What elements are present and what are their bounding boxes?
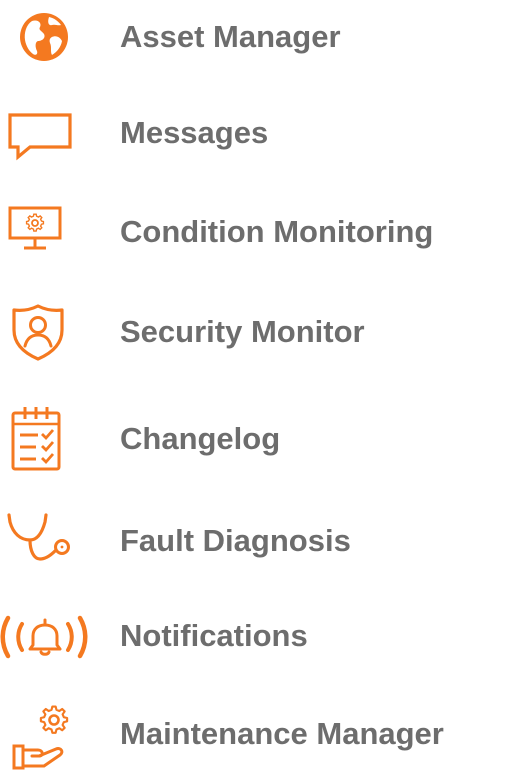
ringing-bell-icon	[0, 596, 88, 676]
menu-item-label: Security Monitor	[120, 314, 365, 349]
shield-user-icon	[0, 292, 80, 372]
menu-item-label: Condition Monitoring	[120, 214, 434, 249]
menu-item-label: Asset Manager	[120, 19, 341, 54]
menu-item-label: Notifications	[120, 618, 308, 653]
menu-item-security-monitor[interactable]: Security Monitor	[0, 292, 525, 372]
menu-item-maintenance-manager[interactable]: Maintenance Manager	[0, 694, 525, 774]
hand-gear-icon	[0, 694, 78, 774]
menu-item-label: Messages	[120, 115, 269, 150]
globe-icon	[2, 0, 82, 77]
menu-item-label: Changelog	[120, 421, 281, 456]
menu-item-notifications[interactable]: Notifications	[0, 596, 525, 676]
menu-item-label: Maintenance Manager	[120, 716, 444, 751]
monitor-gear-icon	[0, 192, 80, 272]
stethoscope-icon	[0, 501, 80, 581]
menu-item-label: Fault Diagnosis	[120, 523, 351, 558]
message-bubble-icon	[0, 93, 80, 173]
clipboard-checklist-icon	[0, 399, 80, 479]
menu-item-condition-monitoring[interactable]: Condition Monitoring	[0, 192, 525, 272]
menu-item-changelog[interactable]: Changelog	[0, 399, 525, 479]
app-menu: Asset Manager Messages Condition Monitor…	[0, 0, 525, 770]
menu-item-messages[interactable]: Messages	[0, 93, 525, 173]
menu-item-asset-manager[interactable]: Asset Manager	[0, 0, 525, 77]
menu-item-fault-diagnosis[interactable]: Fault Diagnosis	[0, 501, 525, 581]
